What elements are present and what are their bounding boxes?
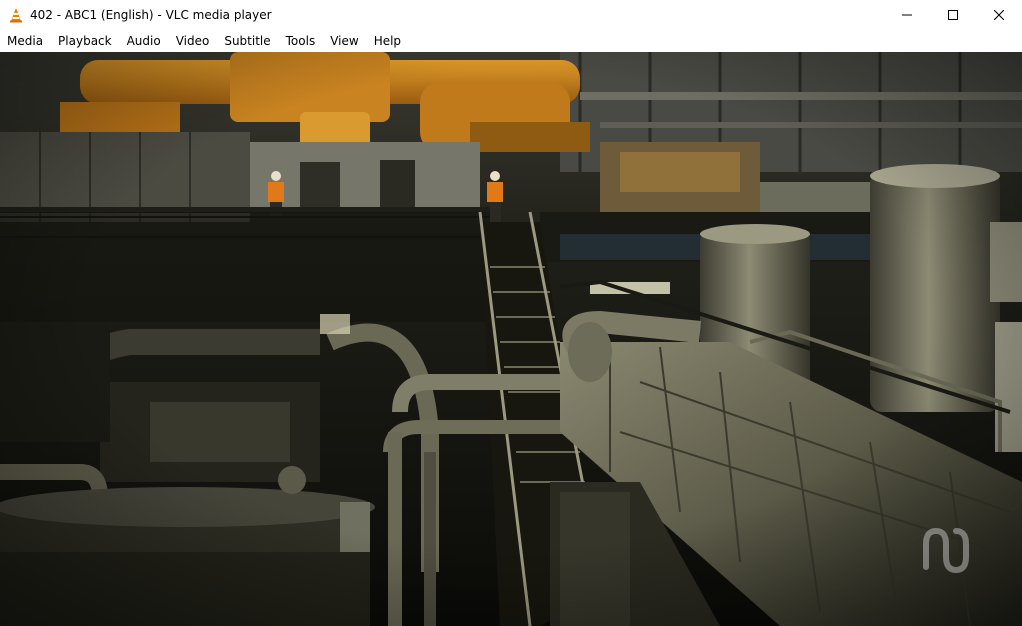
minimize-button[interactable] (884, 0, 930, 30)
menu-tools[interactable]: Tools (279, 30, 324, 52)
menu-media[interactable]: Media (0, 30, 51, 52)
maximize-icon (948, 10, 958, 20)
video-surface[interactable] (0, 52, 1022, 626)
menu-subtitle[interactable]: Subtitle (217, 30, 278, 52)
minimize-icon (902, 14, 912, 16)
title-bar[interactable]: 402 - ABC1 (English) - VLC media player (0, 0, 1022, 30)
menu-view[interactable]: View (323, 30, 366, 52)
close-button[interactable] (976, 0, 1022, 30)
menu-playback[interactable]: Playback (51, 30, 120, 52)
maximize-button[interactable] (930, 0, 976, 30)
menu-help[interactable]: Help (367, 30, 409, 52)
video-frame-image (0, 52, 1022, 626)
vlc-cone-icon[interactable] (8, 7, 24, 23)
menu-video[interactable]: Video (169, 30, 218, 52)
caption-buttons (884, 0, 1022, 30)
menu-bar: Media Playback Audio Video Subtitle Tool… (0, 30, 1022, 52)
close-icon (994, 10, 1004, 20)
menu-audio[interactable]: Audio (120, 30, 169, 52)
vlc-window: 402 - ABC1 (English) - VLC media player (0, 0, 1022, 626)
window-title: 402 - ABC1 (English) - VLC media player (30, 8, 272, 22)
